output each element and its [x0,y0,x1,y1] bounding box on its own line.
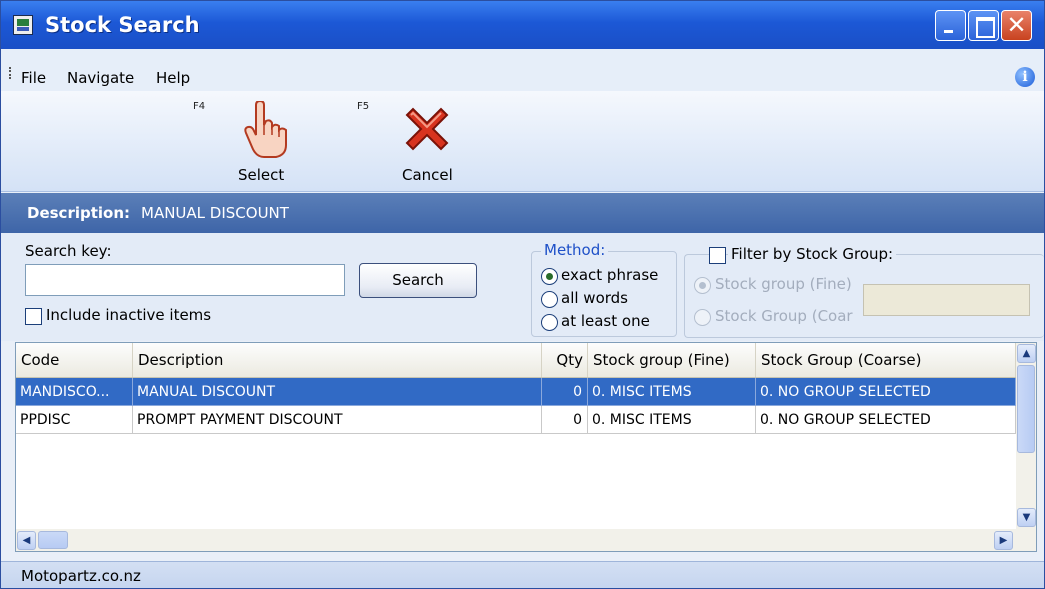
vertical-scroll-thumb[interactable] [1017,365,1035,453]
cell-qty: 0 [542,378,588,406]
column-header-stock-group-fine[interactable]: Stock group (Fine) [588,343,756,377]
method-exact-phrase-label: exact phrase [561,266,659,284]
table-row[interactable]: MANDISCO... MANUAL DISCOUNT 0 0. MISC IT… [16,378,1016,406]
search-key-label: Search key: [25,242,112,260]
cell-stock-group-coarse: 0. NO GROUP SELECTED [756,406,1016,434]
cell-description: MANUAL DISCOUNT [133,378,542,406]
window-title: Stock Search [45,13,200,37]
status-text: Motopartz.co.nz [21,567,141,585]
toolbar [1,91,1044,192]
app-icon[interactable] [13,15,33,35]
cancel-hotkey: F5 [357,101,370,112]
cell-qty: 0 [542,406,588,434]
table-row[interactable]: PPDISC PROMPT PAYMENT DISCOUNT 0 0. MISC… [16,406,1016,434]
minimize-button[interactable] [935,10,966,41]
status-bar: Motopartz.co.nz [1,561,1044,588]
filter-by-group-checkbox[interactable] [709,247,726,264]
column-header-stock-group-coarse[interactable]: Stock Group (Coarse) [756,343,1016,377]
cancel-button[interactable]: Cancel [402,166,453,184]
info-icon[interactable]: i [1015,67,1035,87]
filter-coarse-radio[interactable] [694,309,711,326]
column-header-description[interactable]: Description [133,343,542,377]
method-all-words-radio[interactable] [541,291,558,308]
minimize-icon [936,11,965,40]
description-bar: Description: MANUAL DISCOUNT [1,193,1044,233]
method-at-least-one-radio[interactable] [541,314,558,331]
filter-fine-label: Stock group (Fine) [715,275,852,293]
filter-fine-radio[interactable] [694,277,711,294]
close-button[interactable]: ✕ [1001,10,1032,41]
description-label: Description: [27,204,131,222]
horizontal-scroll-thumb[interactable] [38,531,68,549]
include-inactive-checkbox[interactable] [25,308,42,325]
cell-stock-group-fine: 0. MISC ITEMS [588,378,756,406]
method-title: Method: [541,241,609,259]
pointing-hand-icon[interactable] [244,101,292,159]
vertical-scrollbar[interactable]: ▲ ▼ [1016,343,1036,529]
red-x-icon[interactable] [399,101,455,157]
filter-by-group-label: Filter by Stock Group: [728,245,897,263]
select-hotkey: F4 [193,101,206,112]
stock-search-window: Stock Search ✕ File Navigate Help i F4 S… [0,0,1045,589]
menu-bar: File Navigate Help i [1,49,1044,91]
method-at-least-one-label: at least one [561,312,650,330]
cell-stock-group-coarse: 0. NO GROUP SELECTED [756,378,1016,406]
search-button[interactable]: Search [359,263,477,298]
menu-file[interactable]: File [21,69,46,87]
maximize-button[interactable] [968,10,999,41]
column-header-qty[interactable]: Qty [542,343,588,377]
scrollbar-corner [1016,529,1036,551]
scroll-down-icon[interactable]: ▼ [1017,508,1036,527]
include-inactive-label: Include inactive items [46,306,212,324]
filter-coarse-label: Stock Group (Coar [715,307,853,325]
menu-help[interactable]: Help [156,69,190,87]
horizontal-scrollbar[interactable]: ◀ ▶ [16,529,1016,551]
cell-code: PPDISC [16,406,133,434]
menu-navigate[interactable]: Navigate [67,69,134,87]
results-grid: Code Description Qty Stock group (Fine) … [15,342,1037,552]
search-key-input[interactable] [25,264,345,296]
cell-description: PROMPT PAYMENT DISCOUNT [133,406,542,434]
scroll-left-icon[interactable]: ◀ [17,531,36,550]
close-icon: ✕ [1006,11,1027,39]
cell-code: MANDISCO... [16,378,133,406]
description-value: MANUAL DISCOUNT [141,204,289,222]
select-button[interactable]: Select [238,166,284,184]
scroll-up-icon[interactable]: ▲ [1017,344,1036,363]
stock-group-input[interactable] [863,284,1030,316]
method-all-words-label: all words [561,289,628,307]
column-header-code[interactable]: Code [16,343,133,377]
method-exact-phrase-radio[interactable] [541,268,558,285]
maximize-icon [969,11,998,40]
menu-grip-icon[interactable] [9,67,13,79]
cell-stock-group-fine: 0. MISC ITEMS [588,406,756,434]
grid-header: Code Description Qty Stock group (Fine) … [16,343,1016,378]
title-bar[interactable]: Stock Search ✕ [1,1,1044,49]
scroll-right-icon[interactable]: ▶ [994,531,1013,550]
